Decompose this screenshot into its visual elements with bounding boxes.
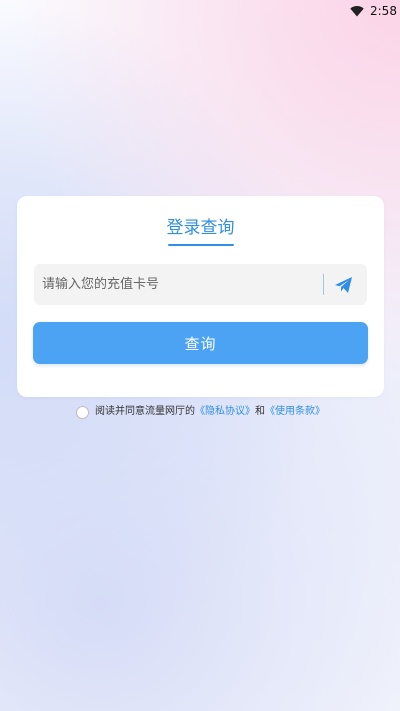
privacy-policy-link[interactable]: 《隐私协议》 [195,404,255,420]
query-button[interactable]: 查询 [33,322,368,364]
status-bar: 2:58 [0,0,400,22]
status-time: 2:58 [370,4,397,18]
login-card: 登录查询 查询 [17,196,384,397]
agreement-row: 阅读并同意流量网厅的 《隐私协议》 和 《使用条款》 [76,404,325,420]
agreement-text: 阅读并同意流量网厅的 [95,406,195,417]
agreement-checkbox[interactable] [76,405,89,419]
send-button[interactable] [330,272,358,298]
paper-plane-icon [335,277,352,293]
input-divider [323,274,324,295]
wifi-icon [350,6,364,17]
title-underline [168,244,234,246]
card-number-input-wrapper [34,264,367,305]
agreement-conjunction: 和 [255,406,265,417]
terms-of-use-link[interactable]: 《使用条款》 [265,404,325,420]
card-title: 登录查询 [166,218,235,238]
card-number-input[interactable] [42,264,312,305]
